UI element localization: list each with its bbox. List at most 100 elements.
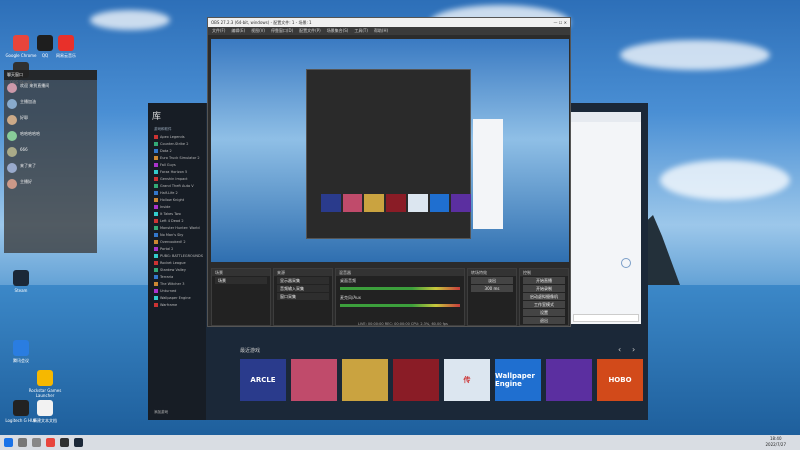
source-item[interactable]: 窗口采集 — [277, 293, 329, 300]
game-icon — [154, 246, 158, 251]
menu-item[interactable]: 编辑(E) — [231, 28, 245, 34]
library-game-item[interactable]: Inside — [148, 203, 206, 210]
library-game-item[interactable]: PUBG: BATTLEGROUNDS — [148, 252, 206, 259]
library-game-item[interactable]: Fall Guys — [148, 161, 206, 168]
recent-game-tile[interactable]: Wallpaper Engine — [495, 359, 541, 401]
control-button[interactable]: 开始直播 — [523, 277, 565, 284]
avatar — [7, 99, 17, 109]
recent-game-tile[interactable]: HOBO — [597, 359, 643, 401]
library-game-item[interactable]: Stardew Valley — [148, 266, 206, 273]
task-view-icon[interactable] — [32, 438, 41, 447]
desktop-icon[interactable]: 网易云音乐 — [47, 35, 85, 59]
library-game-item[interactable]: Warframe — [148, 301, 206, 308]
browser-input[interactable] — [573, 314, 639, 322]
library-game-item[interactable]: Apex Legends — [148, 133, 206, 140]
add-game-button[interactable]: 添加游戏 — [148, 409, 168, 416]
search-icon[interactable] — [18, 438, 27, 447]
desktop-icon[interactable]: 腾讯会议 — [2, 340, 40, 364]
window-controls[interactable]: — ☐ ✕ — [554, 20, 567, 25]
system-clock[interactable]: 18:40 2022/7/27 — [765, 436, 786, 448]
library-game-item[interactable]: Grand Theft Auto V — [148, 182, 206, 189]
transition-duration[interactable]: 300 ms — [471, 285, 513, 292]
library-game-item[interactable]: No Man's Sky — [148, 231, 206, 238]
control-button[interactable]: 开始录制 — [523, 285, 565, 292]
game-icon — [154, 141, 158, 146]
control-button[interactable]: 工作室模式 — [523, 301, 565, 308]
mixer-panel: 混音器 桌面音频 麦克风/Aux — [335, 268, 465, 326]
browser-window[interactable] — [571, 112, 641, 324]
library-game-item[interactable]: Portal 2 — [148, 245, 206, 252]
library-game-item[interactable]: The Witcher 3 — [148, 280, 206, 287]
library-game-item[interactable]: Counter-Strike 2 — [148, 140, 206, 147]
library-game-item[interactable]: Hollow Knight — [148, 196, 206, 203]
library-game-item[interactable]: Dota 2 — [148, 147, 206, 154]
menu-item[interactable]: 视图(V) — [251, 28, 265, 34]
recent-game-tile[interactable]: ARCLE — [240, 359, 286, 401]
library-filter-label: 游戏和软件 — [154, 127, 172, 131]
chat-message: 来了来了 — [4, 160, 97, 176]
menu-item[interactable]: 场景集合(S) — [327, 28, 349, 34]
obs-window[interactable]: OBS 27.2.3 (64-bit, windows) - 配置文件: 1 -… — [207, 17, 571, 327]
game-title: Grand Theft Auto V — [160, 183, 194, 188]
obs-preview[interactable] — [211, 39, 569, 262]
library-game-item[interactable]: Half-Life 2 — [148, 189, 206, 196]
scene-item[interactable]: 场景 — [215, 277, 267, 284]
menu-item[interactable]: 工具(T) — [354, 28, 368, 34]
prev-arrow-icon[interactable]: ‹ — [618, 345, 621, 354]
menu-item[interactable]: 停靠窗口(D) — [271, 28, 293, 34]
library-game-item[interactable]: Forza Horizon 5 — [148, 168, 206, 175]
chat-window[interactable]: 聊天窗口 欢迎 来到直播间 主播加油 好耶 哈哈哈哈哈 666 来了来了 主播好 — [4, 70, 97, 253]
start-icon[interactable] — [4, 438, 13, 447]
control-button[interactable]: 设置 — [523, 309, 565, 316]
library-game-item[interactable]: Monster Hunter: World — [148, 224, 206, 231]
recent-game-tile[interactable] — [393, 359, 439, 401]
next-arrow-icon[interactable]: › — [632, 345, 635, 354]
recent-game-tile[interactable] — [546, 359, 592, 401]
desktop-icon[interactable]: Steam — [2, 270, 40, 293]
chrome-taskbar-icon[interactable] — [46, 438, 55, 447]
transition-select[interactable]: 淡出 — [471, 277, 513, 284]
library-game-item[interactable]: Euro Truck Simulator 2 — [148, 154, 206, 161]
game-icon — [154, 260, 158, 265]
desktop-icon-label: Rockstar Games Launcher — [28, 388, 62, 398]
library-game-item[interactable]: Overcooked! 2 — [148, 238, 206, 245]
control-button[interactable]: 退出 — [523, 317, 565, 324]
refresh-icon[interactable] — [621, 258, 631, 268]
library-game-item[interactable]: Genshin Impact — [148, 175, 206, 182]
library-game-item[interactable]: Unturned — [148, 287, 206, 294]
library-filter[interactable]: 游戏和软件 — [148, 126, 206, 133]
controls-header: 控制 — [520, 269, 568, 276]
recent-game-tile[interactable] — [291, 359, 337, 401]
desktop-icon[interactable]: Rockstar Games Launcher — [26, 370, 64, 398]
avatar — [7, 179, 17, 189]
control-button[interactable]: 启动虚拟摄像机 — [523, 293, 565, 300]
desktop-icon-label: 网易云音乐 — [56, 53, 76, 58]
obs-menubar: 文件(F) 编辑(E) 视图(V) 停靠窗口(D) 配置文件(P) 场景集合(S) 工具(T… — [208, 27, 570, 35]
library-game-item[interactable]: Wallpaper Engine — [148, 294, 206, 301]
game-title: Overcooked! 2 — [160, 239, 186, 244]
volume-meter[interactable] — [340, 304, 460, 307]
source-item[interactable]: 显示器采集 — [277, 277, 329, 284]
chat-header: 聊天窗口 — [4, 70, 97, 80]
library-game-item[interactable]: Left 4 Dead 2 — [148, 217, 206, 224]
game-icon — [154, 239, 158, 244]
game-title: Rocket League — [160, 260, 186, 265]
steam-taskbar-icon[interactable] — [74, 438, 83, 447]
clock-date: 2022/7/27 — [765, 442, 786, 447]
volume-meter[interactable] — [340, 287, 460, 290]
chat-message-text: 来了来了 — [20, 163, 36, 168]
obs-taskbar-icon[interactable] — [60, 438, 69, 447]
game-title: Hollow Knight — [160, 197, 185, 202]
menu-item[interactable]: 配置文件(P) — [299, 28, 321, 34]
desktop-icon[interactable]: 新建文本文档 — [26, 400, 64, 424]
library-game-item[interactable]: Rocket League — [148, 259, 206, 266]
recent-game-tile[interactable]: 传 — [444, 359, 490, 401]
menu-item[interactable]: 文件(F) — [212, 28, 225, 34]
desktop-icon-label: Steam — [14, 288, 28, 293]
source-item[interactable]: 音频输入采集 — [277, 285, 329, 292]
game-title: Dota 2 — [160, 148, 172, 153]
menu-item[interactable]: 帮助(H) — [374, 28, 388, 34]
library-game-item[interactable]: It Takes Two — [148, 210, 206, 217]
library-game-item[interactable]: Terraria — [148, 273, 206, 280]
recent-game-tile[interactable] — [342, 359, 388, 401]
